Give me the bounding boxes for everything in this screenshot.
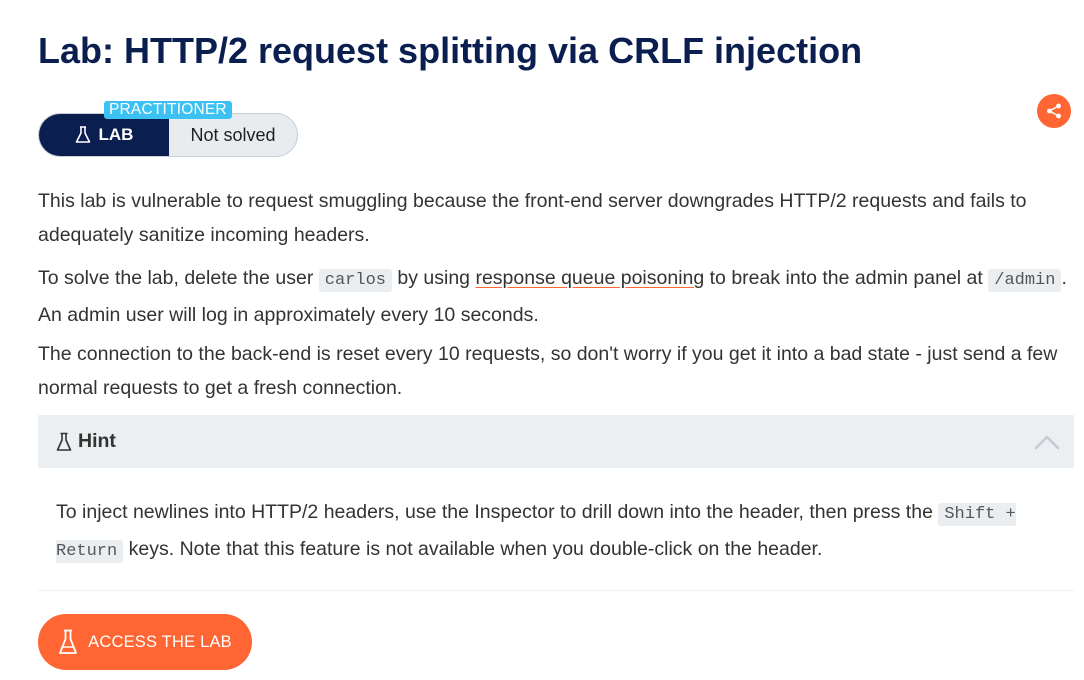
flask-icon (59, 629, 78, 654)
section-divider (38, 590, 1074, 591)
solve-status: Not solved (190, 124, 276, 145)
description-text: by using (391, 267, 476, 289)
lab-status-pill: LAB Not solved (38, 113, 298, 157)
flask-icon (75, 126, 90, 143)
hint-toggle[interactable]: Hint (38, 415, 1074, 468)
share-button[interactable] (1037, 94, 1071, 128)
share-icon (1047, 103, 1061, 119)
page-title: Lab: HTTP/2 request splitting via CRLF i… (38, 30, 863, 71)
chevron-up-icon (1034, 434, 1060, 449)
description-paragraph: To solve the lab, delete the user carlos… (38, 261, 1078, 332)
hint-text: To inject newlines into HTTP/2 headers, … (56, 495, 1056, 569)
description-paragraph: The connection to the back-end is reset … (38, 343, 1058, 399)
hint-text-segment: To inject newlines into HTTP/2 headers, … (56, 501, 939, 523)
level-badge: PRACTITIONER (104, 101, 232, 119)
access-lab-button[interactable]: ACCESS THE LAB (38, 614, 252, 670)
hint-text-segment: keys. Note that this feature is not avai… (123, 538, 823, 560)
flask-icon (56, 432, 72, 451)
hint-label: Hint (78, 430, 116, 452)
lab-type-segment: LAB (39, 114, 169, 156)
response-queue-poisoning-link[interactable]: response queue poisoning (475, 267, 704, 289)
access-lab-label: ACCESS THE LAB (88, 632, 232, 651)
description-paragraph: This lab is vulnerable to request smuggl… (38, 190, 1027, 246)
description-text: to break into the admin panel at (704, 267, 989, 289)
username-code: carlos (318, 269, 392, 292)
description-text: To solve the lab, delete the user (38, 267, 319, 289)
admin-path-code: /admin (988, 269, 1062, 292)
lab-type-label: LAB (98, 125, 134, 144)
